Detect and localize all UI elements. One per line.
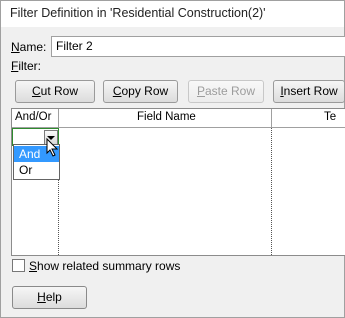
dropdown-option-or[interactable]: Or: [14, 162, 59, 178]
column-header-field-name[interactable]: Field Name: [137, 111, 196, 123]
window-title: Filter Definition in 'Residential Constr…: [10, 6, 266, 20]
title-bar: Filter Definition in 'Residential Constr…: [1, 1, 344, 27]
column-divider[interactable]: [58, 109, 59, 127]
filter-label: Filter:: [11, 59, 42, 73]
show-summary-rows-checkbox[interactable]: [12, 259, 25, 272]
column-divider[interactable]: [271, 109, 272, 127]
help-button[interactable]: Help: [12, 286, 87, 309]
mouse-cursor-icon: [46, 138, 59, 157]
name-input[interactable]: Filter 2: [51, 36, 345, 57]
copy-row-button[interactable]: Copy Row: [103, 80, 178, 103]
filter-definition-dialog: Filter Definition in 'Residential Constr…: [0, 0, 345, 318]
name-label: Name:: [11, 40, 47, 54]
show-summary-rows-label[interactable]: Show related summary rows: [29, 259, 180, 273]
column-header-and-or[interactable]: And/Or: [15, 111, 51, 123]
column-gridline: [271, 128, 272, 255]
filter-grid[interactable]: And/Or Field Name Te: [11, 108, 345, 256]
cut-row-button[interactable]: Cut Row: [15, 80, 95, 103]
name-input-value: Filter 2: [56, 39, 93, 53]
insert-row-button[interactable]: Insert Row: [273, 80, 345, 103]
grid-header: And/Or Field Name Te: [12, 109, 345, 128]
paste-row-button[interactable]: Paste Row: [188, 80, 264, 103]
column-header-test[interactable]: Te: [324, 111, 336, 123]
